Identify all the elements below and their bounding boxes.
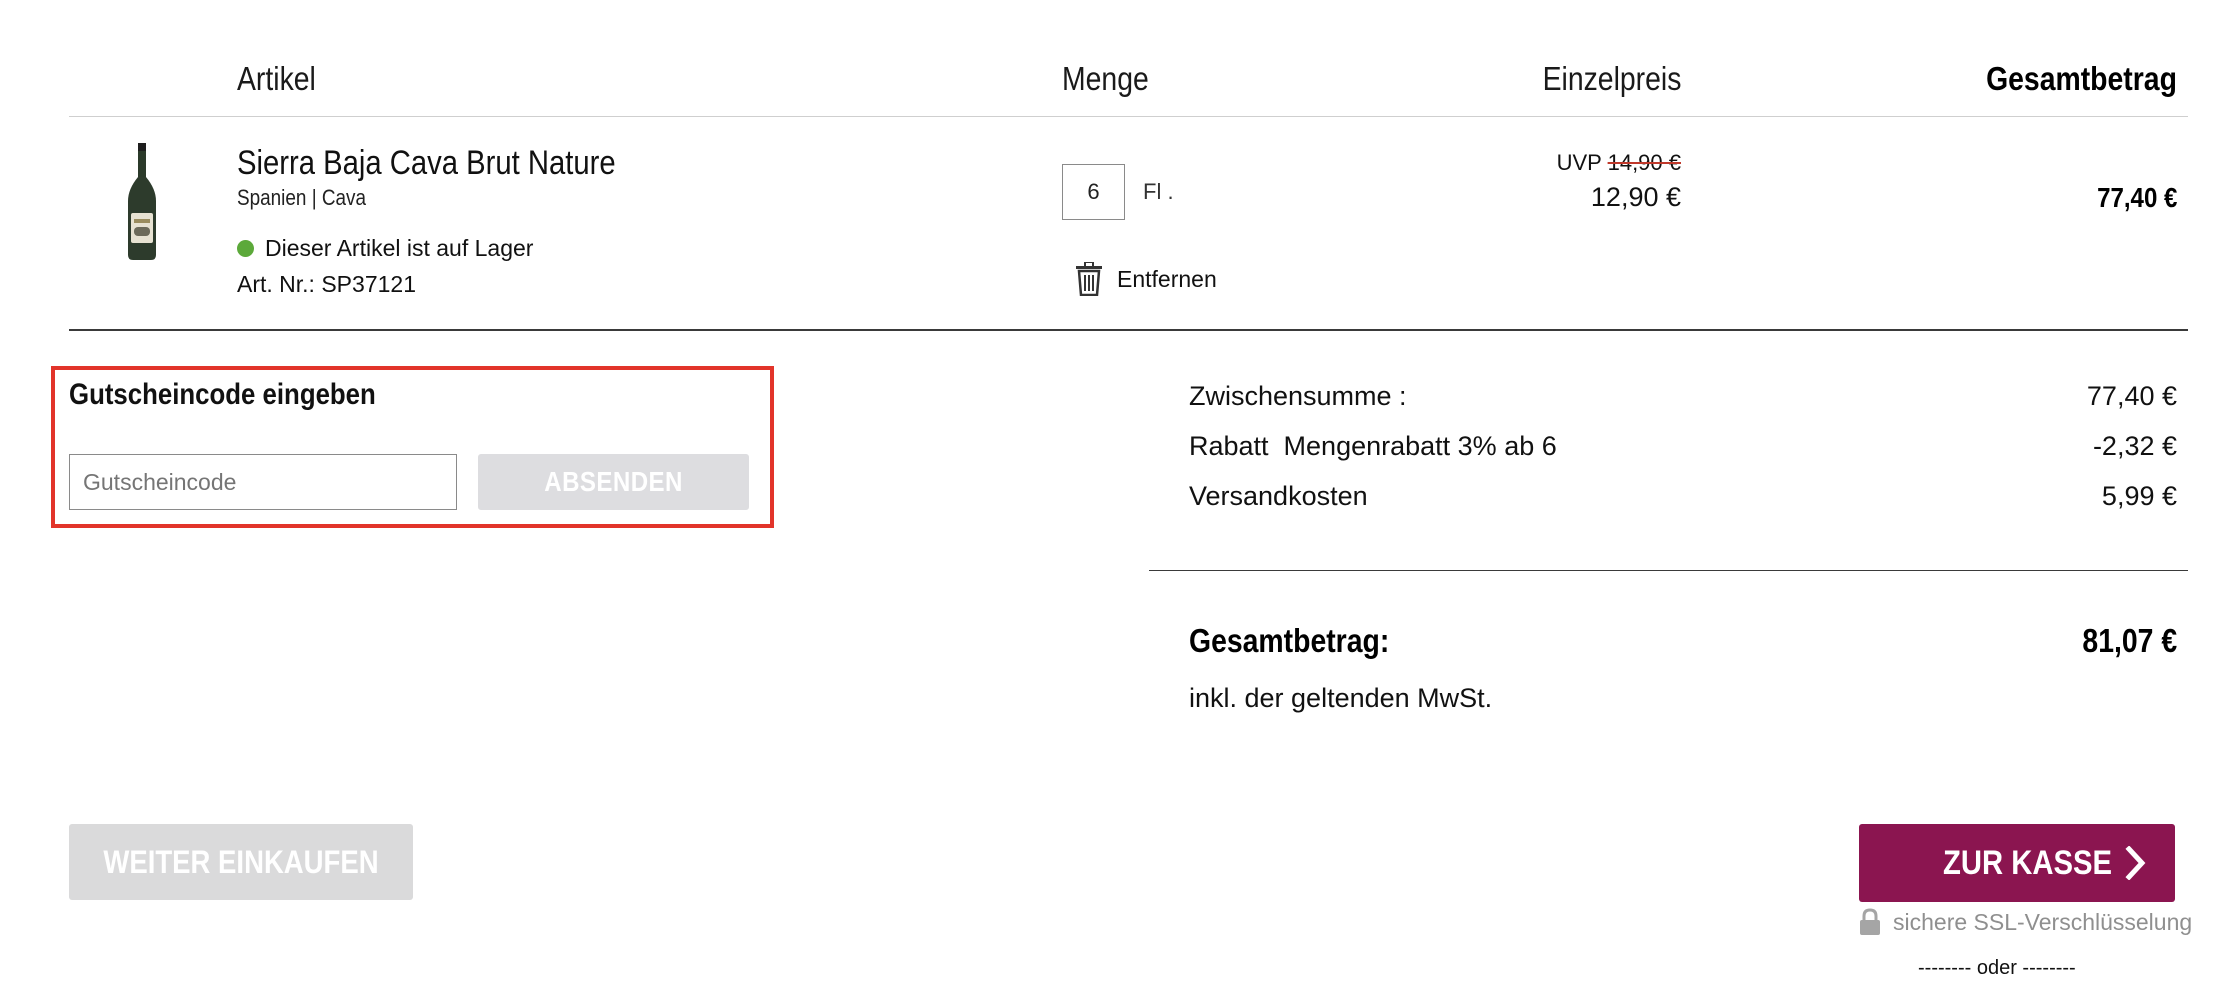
stock-status-text: Dieser Artikel ist auf Lager xyxy=(265,235,534,261)
quantity-unit: Fl . xyxy=(1143,179,1174,204)
coupon-code-input[interactable] xyxy=(69,454,457,510)
old-price: 14,90 € xyxy=(1607,150,1681,175)
quantity-input[interactable]: 6 xyxy=(1062,164,1125,220)
product-name[interactable]: Sierra Baja Cava Brut Nature xyxy=(237,144,677,183)
shipping-value: 5,99 € xyxy=(2101,481,2177,511)
checkout-button[interactable]: ZUR KASSE xyxy=(1859,824,2175,902)
or-divider: -------- oder -------- xyxy=(1918,957,2076,979)
column-header-quantity: Menge xyxy=(1062,60,1149,97)
line-total: 77,40 € xyxy=(2096,182,2177,213)
subtotal-label: Zwischensumme : xyxy=(1189,381,1407,411)
product-origin: Spanien | Cava xyxy=(237,185,367,210)
summary-divider xyxy=(1149,570,2188,571)
grand-total-label: Gesamtbetrag: xyxy=(1189,622,1390,659)
remove-item-label: Entfernen xyxy=(1117,265,1217,292)
uvp-price: UVP 14,90 € xyxy=(1557,150,1681,176)
grand-total-value: 81,07 € xyxy=(2082,622,2177,659)
wine-bottle-icon xyxy=(128,143,156,260)
column-header-unit-price: Einzelpreis xyxy=(1542,60,1681,97)
subtotal-value: 77,40 € xyxy=(2086,381,2177,411)
shipping-label: Versandkosten xyxy=(1189,481,1368,511)
chevron-right-icon xyxy=(2125,846,2146,880)
ssl-note: sichere SSL-Verschlüsselung xyxy=(1859,907,2192,937)
continue-shopping-button[interactable]: WEITER EINKAUFEN xyxy=(69,824,413,900)
lock-icon xyxy=(1860,908,1880,935)
ssl-note-text: sichere SSL-Verschlüsselung xyxy=(1893,908,2193,935)
column-header-article: Artikel xyxy=(237,60,316,97)
unit-price: 12,90 € xyxy=(1590,182,1681,212)
column-header-total: Gesamtbetrag xyxy=(1986,60,2177,97)
header-divider xyxy=(69,116,2188,117)
discount-label: Rabatt Mengenrabatt 3% ab 6 xyxy=(1189,431,1557,461)
stock-status-dot xyxy=(237,240,254,257)
discount-value: -2,32 € xyxy=(2092,431,2177,461)
checkout-label: ZUR KASSE xyxy=(1943,844,2112,882)
article-number: Art. Nr.: SP37121 xyxy=(237,271,416,297)
trash-icon xyxy=(1076,262,1102,296)
product-image[interactable] xyxy=(124,143,160,261)
uvp-label: UVP xyxy=(1556,150,1602,175)
coupon-submit-button[interactable]: ABSENDEN xyxy=(478,454,749,510)
item-divider xyxy=(69,329,2188,331)
vat-note: inkl. der geltenden MwSt. xyxy=(1189,683,1493,713)
remove-item-button[interactable]: Entfernen xyxy=(1075,262,1217,296)
coupon-title: Gutscheincode eingeben xyxy=(69,378,376,411)
